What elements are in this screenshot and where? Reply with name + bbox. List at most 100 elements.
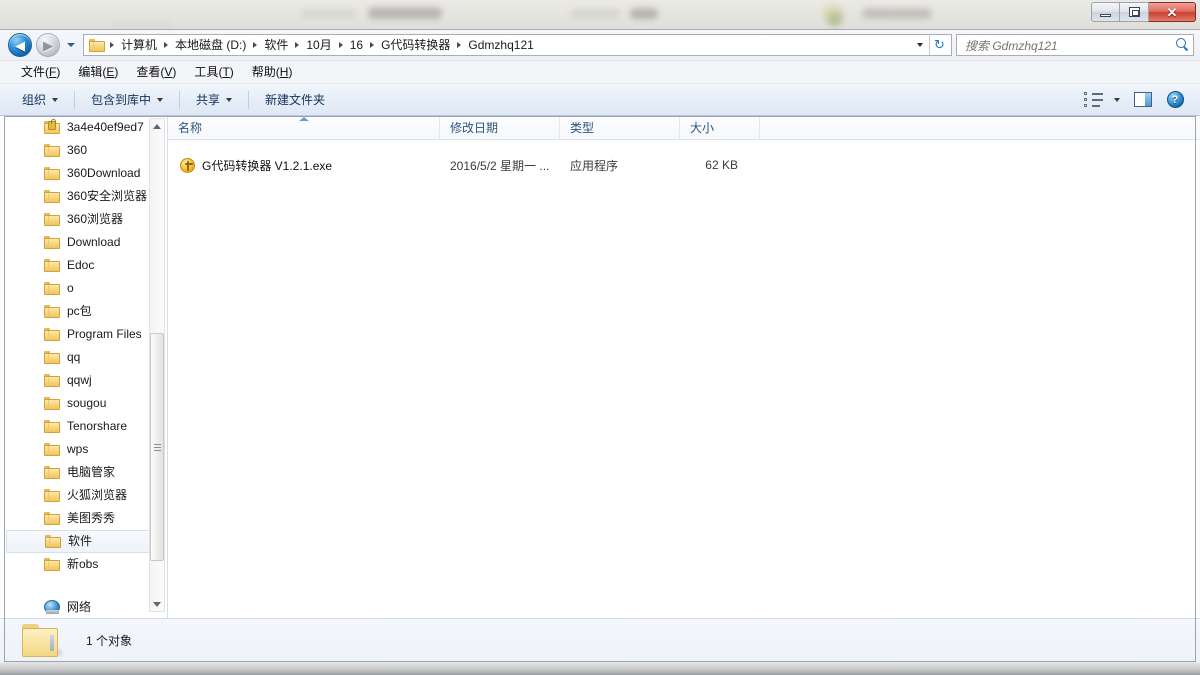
breadcrumb-item-4[interactable]: 16 (346, 36, 367, 54)
sidebar-item-3a4e40ef9ed7[interactable]: 3a4e40ef9ed7 (0, 116, 150, 139)
sidebar-item-meitu[interactable]: 美图秀秀 (0, 507, 150, 530)
organize-button[interactable]: 组织 (12, 88, 68, 112)
close-icon: ✕ (1166, 4, 1178, 20)
navigation-pane-scrollbar[interactable] (149, 118, 165, 612)
file-list-pane[interactable]: 名称 修改日期 类型 大小 G代码转换器 V1.2.1.exe 2016/5/2… (168, 115, 1200, 618)
search-icon[interactable] (1175, 38, 1189, 52)
include-in-library-button[interactable]: 包含到库中 (81, 88, 173, 112)
sidebar-item-wps[interactable]: wps (0, 438, 150, 461)
chevron-up-icon (153, 123, 161, 129)
organize-label: 组织 (22, 93, 47, 107)
column-header-size[interactable]: 大小 (680, 115, 760, 140)
folder-icon (44, 397, 60, 410)
breadcrumb-item-5[interactable]: G代码转换器 (377, 36, 454, 54)
folder-icon (44, 374, 60, 387)
refresh-button[interactable]: ↻ (929, 35, 949, 55)
sidebar-item-software[interactable]: 软件 (6, 530, 150, 553)
folder-icon (44, 443, 60, 456)
sidebar-item-download[interactable]: Download (0, 231, 150, 254)
breadcrumb-item-2[interactable]: 软件 (260, 36, 292, 54)
window-frame-bottom (0, 662, 1200, 675)
recent-locations-button[interactable] (65, 43, 77, 47)
sidebar-item-label: sougou (67, 396, 107, 410)
menu-accesskey: T (222, 64, 230, 79)
forward-arrow-icon: ▶ (43, 37, 53, 53)
breadcrumb-item-3[interactable]: 10月 (302, 36, 335, 54)
explorer-body: 3a4e40ef9ed7 360 360Download 360安全浏览器 36… (0, 115, 1200, 618)
sidebar-item-tenorshare[interactable]: Tenorshare (0, 415, 150, 438)
change-view-button[interactable] (1082, 88, 1108, 112)
menu-item-view[interactable]: 查看(V) (127, 63, 185, 82)
menu-item-tools-label: 工具 (194, 64, 219, 79)
show-preview-pane-button[interactable] (1126, 88, 1160, 112)
breadcrumb-separator-icon[interactable] (370, 42, 375, 48)
breadcrumb-item-1[interactable]: 本地磁盘 (D:) (171, 36, 250, 54)
sidebar-item-label: pc包 (67, 304, 92, 318)
folder-icon (44, 144, 60, 157)
column-header-name-label: 名称 (178, 121, 203, 135)
menu-item-edit[interactable]: 编辑(E) (69, 63, 127, 82)
breadcrumb-separator-icon[interactable] (457, 42, 462, 48)
scrollbar-thumb[interactable] (150, 333, 164, 561)
view-dropdown-button[interactable] (1108, 88, 1126, 112)
menu-item-tools[interactable]: 工具(T) (185, 63, 242, 82)
toolbar-right-group: ? (1082, 88, 1200, 112)
breadcrumb-separator-icon (110, 42, 114, 48)
scroll-up-button[interactable] (150, 119, 164, 133)
breadcrumb-separator-icon[interactable] (295, 42, 300, 48)
menu-item-file[interactable]: 文件(F) (12, 63, 69, 82)
chevron-down-icon (52, 97, 59, 102)
breadcrumb-separator-icon[interactable] (253, 42, 258, 48)
folder-icon (44, 558, 60, 571)
sidebar-item-label: 360浏览器 (67, 212, 124, 226)
column-header-modified[interactable]: 修改日期 (440, 115, 560, 140)
sidebar-item-edoc[interactable]: Edoc (0, 254, 150, 277)
folder-icon (89, 38, 105, 52)
sidebar-item-o[interactable]: o (0, 277, 150, 300)
column-header-type[interactable]: 类型 (560, 115, 680, 140)
minimize-button[interactable] (1091, 2, 1120, 22)
folder-icon (44, 167, 60, 180)
address-dropdown-button[interactable] (912, 43, 928, 47)
preview-pane-icon (1134, 92, 1152, 107)
menu-accesskey: H (279, 64, 289, 79)
sidebar-item-label: 新obs (67, 557, 99, 571)
sidebar-item-xinobs[interactable]: 新obs (0, 553, 150, 576)
sidebar-item-sougou[interactable]: sougou (0, 392, 150, 415)
breadcrumb-separator-icon[interactable] (338, 42, 343, 48)
view-mode-icon (1084, 91, 1104, 108)
close-button[interactable]: ✕ (1149, 2, 1196, 22)
address-breadcrumb-bar[interactable]: 计算机 本地磁盘 (D:) 软件 10月 16 G代码转换器 Gdmzhq121… (83, 34, 952, 56)
sidebar-item-label: qq (67, 350, 81, 364)
sidebar-item-firefox[interactable]: 火狐浏览器 (0, 484, 150, 507)
navigation-pane: 3a4e40ef9ed7 360 360Download 360安全浏览器 36… (0, 116, 168, 618)
share-with-button[interactable]: 共享 (186, 88, 242, 112)
breadcrumb-separator-icon[interactable] (164, 42, 169, 48)
sidebar-item-360-safe-browser[interactable]: 360安全浏览器 (0, 185, 150, 208)
maximize-restore-button[interactable] (1120, 2, 1149, 22)
sidebar-item-program-files[interactable]: Program Files (0, 323, 150, 346)
breadcrumb-item-6[interactable]: Gdmzhq121 (464, 36, 537, 54)
sidebar-item-360[interactable]: 360 (0, 139, 150, 162)
forward-button[interactable]: ▶ (36, 33, 60, 57)
new-folder-label: 新建文件夹 (265, 93, 326, 107)
help-button[interactable]: ? (1160, 88, 1190, 112)
sidebar-item-360-browser[interactable]: 360浏览器 (0, 208, 150, 231)
sidebar-item-computer-manager[interactable]: 电脑管家 (0, 461, 150, 484)
sidebar-item-label: Tenorshare (67, 419, 128, 433)
sidebar-item-360download[interactable]: 360Download (0, 162, 150, 185)
back-button[interactable]: ◀ (8, 33, 32, 57)
sidebar-item-qq[interactable]: qq (0, 346, 150, 369)
sidebar-item-network[interactable]: 网络 (0, 599, 150, 615)
sidebar-item-qqwj[interactable]: qqwj (0, 369, 150, 392)
scroll-down-button[interactable] (150, 597, 164, 611)
table-row[interactable]: G代码转换器 V1.2.1.exe 2016/5/2 星期一 ... 应用程序 … (168, 154, 1200, 176)
new-folder-button[interactable]: 新建文件夹 (255, 88, 335, 112)
title-bar[interactable]: ✕ (0, 0, 1200, 30)
sidebar-item-pcbao[interactable]: pc包 (0, 300, 150, 323)
breadcrumb-item-0[interactable]: 计算机 (117, 36, 161, 54)
column-header-name[interactable]: 名称 (168, 115, 440, 140)
menu-item-help[interactable]: 帮助(H) (243, 63, 302, 82)
search-input[interactable]: 搜索 Gdmzhq121 (956, 34, 1194, 56)
file-name-cell[interactable]: G代码转换器 V1.2.1.exe (168, 157, 440, 174)
